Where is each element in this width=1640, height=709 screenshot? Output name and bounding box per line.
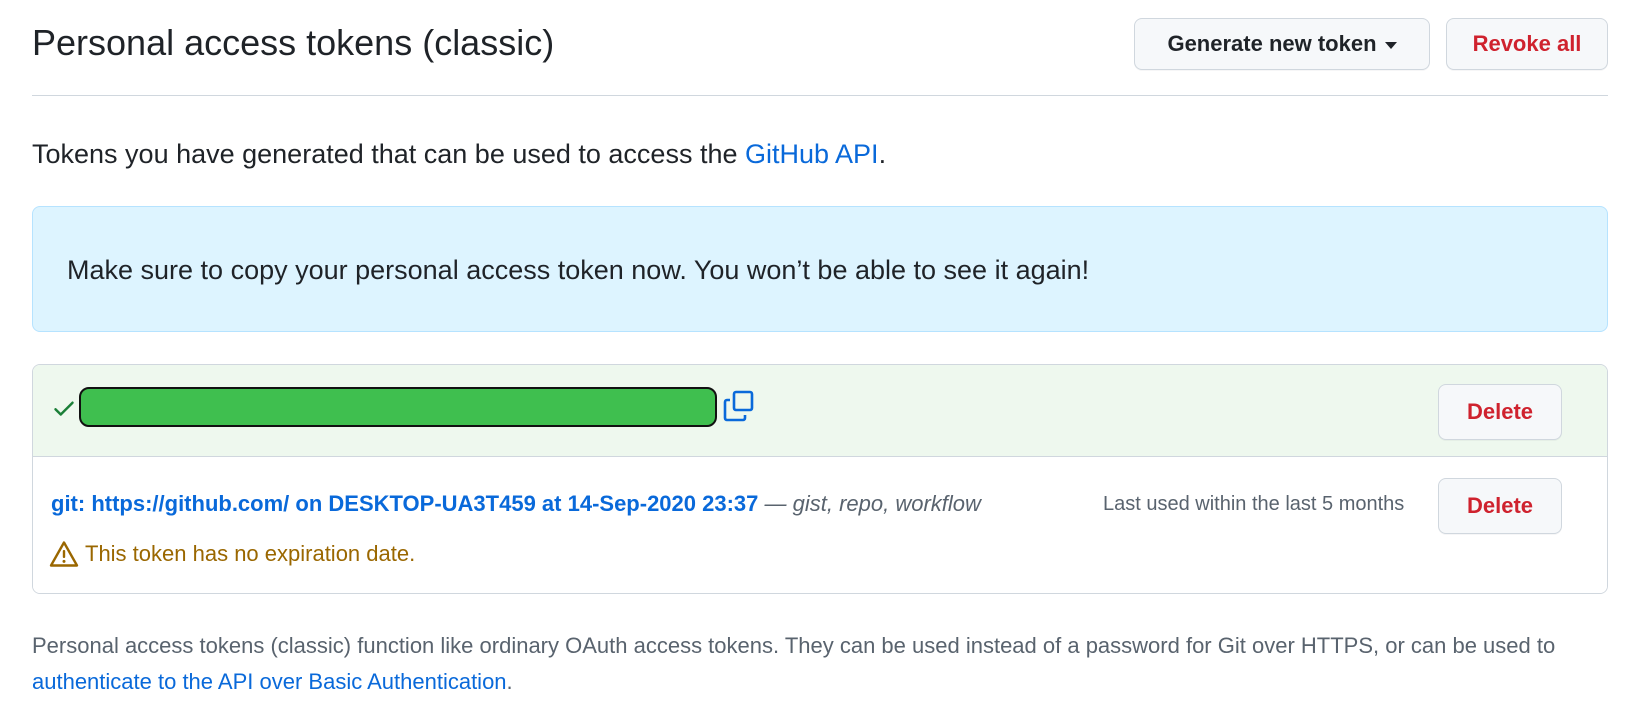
token-description: git: https://github.com/ on DESKTOP-UA3T… — [51, 489, 981, 519]
delete-new-token-button[interactable]: Delete — [1438, 384, 1562, 440]
token-name-link[interactable]: git: https://github.com/ on DESKTOP-UA3T… — [51, 491, 758, 516]
page-title: Personal access tokens (classic) — [32, 22, 555, 63]
token-scopes: gist, repo, workflow — [792, 491, 981, 516]
generate-new-token-label: Generate new token — [1167, 31, 1377, 56]
alert-icon — [49, 541, 79, 567]
footer-note-body: Personal access tokens (classic) functio… — [32, 633, 1556, 658]
token-list: ghp_redacted_token_value Delete git: htt… — [32, 364, 1608, 594]
generate-new-token-button[interactable]: Generate new token — [1134, 18, 1430, 70]
footer-note: Personal access tokens (classic) functio… — [32, 628, 1622, 700]
intro-text-end: . — [878, 139, 887, 169]
copy-token-notice-text: Make sure to copy your personal access t… — [67, 255, 1090, 285]
intro-text: Tokens you have generated that can be us… — [32, 136, 886, 172]
copy-token-notice: Make sure to copy your personal access t… — [32, 206, 1608, 332]
check-icon — [54, 401, 74, 416]
token-expiration-warning: This token has no expiration date. — [49, 539, 415, 569]
page-header: Personal access tokens (classic) Generat… — [32, 0, 1608, 96]
delete-token-button[interactable]: Delete — [1438, 478, 1562, 534]
footer-note-end: . — [506, 669, 513, 694]
token-row: git: https://github.com/ on DESKTOP-UA3T… — [33, 457, 1607, 593]
new-token-row: ghp_redacted_token_value Delete — [33, 365, 1607, 457]
new-token-value-redacted[interactable]: ghp_redacted_token_value — [79, 387, 717, 427]
copy-icon[interactable] — [721, 389, 757, 425]
basic-auth-link[interactable]: authenticate to the API over Basic Authe… — [32, 669, 507, 694]
token-expiration-warning-text: This token has no expiration date. — [85, 541, 416, 566]
page: Personal access tokens (classic) Generat… — [0, 0, 1640, 709]
token-last-used: Last used within the last 5 months — [1103, 493, 1405, 515]
github-api-link[interactable]: GitHub API — [745, 139, 879, 169]
triangle-down-icon — [1384, 42, 1397, 49]
intro-text-body: Tokens you have generated that can be us… — [32, 139, 745, 169]
revoke-all-button[interactable]: Revoke all — [1446, 18, 1608, 70]
token-scopes-separator: — — [758, 491, 793, 516]
